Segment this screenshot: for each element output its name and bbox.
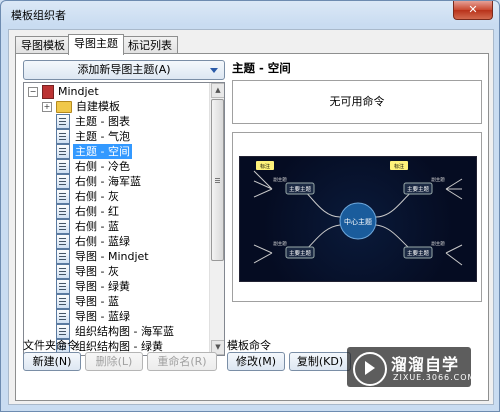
theme-file-icon — [56, 174, 70, 189]
theme-item-label: 右侧 - 蓝绿 — [75, 235, 130, 248]
mindjet-root-icon — [42, 85, 54, 99]
folder-commands-label: 文件夹命令 — [23, 339, 78, 352]
subtopic-label: 副主题 — [273, 176, 287, 183]
theme-item-label: 右侧 - 灰 — [75, 190, 119, 203]
callout-1: 标注 — [260, 163, 270, 170]
theme-file-icon — [56, 234, 70, 249]
edit-button[interactable]: 修改(M) — [227, 352, 285, 371]
central-topic-text: 中心主题 — [344, 217, 372, 226]
play-logo-icon — [353, 352, 387, 386]
theme-file-icon — [56, 144, 70, 159]
collapse-icon[interactable]: − — [28, 87, 38, 97]
theme-item-label: 主题 - 图表 — [75, 115, 130, 128]
theme-file-icon — [56, 189, 70, 204]
tree-vertical-scrollbar[interactable]: ▲ ▼ — [209, 83, 224, 355]
theme-item-label: 右侧 - 海军蓝 — [75, 175, 141, 188]
watermark-title: 溜溜自学 — [391, 355, 460, 374]
callout-2: 标注 — [394, 163, 404, 170]
theme-file-icon — [56, 279, 70, 294]
theme-item-label: 导图 - Mindjet — [75, 250, 149, 263]
main-topic-2: 主要主题 — [289, 249, 312, 257]
theme-tree[interactable]: − Mindjet + 自建模板 主题 - 图表 主题 - 气泡 主题 - 空间 右侧… — [23, 82, 225, 356]
theme-preview-image: 中心主题 主要主题 主要主题 主要主题 主要主题 标注 标注 副主题 副主题 副… — [239, 156, 477, 282]
subtopic-label: 副主题 — [273, 240, 287, 247]
theme-item-label: 右侧 - 红 — [75, 205, 119, 218]
close-button[interactable]: ✕ — [453, 1, 493, 20]
window-title: 模板组织者 — [11, 9, 66, 22]
theme-item-label: 主题 - 空间 — [73, 144, 132, 159]
add-new-theme-button[interactable]: 添加新导图主题(A) — [23, 60, 225, 80]
watermark-url: ZIXUE.3066.COM — [393, 373, 476, 382]
theme-item-label: 导图 - 绿黄 — [75, 280, 130, 293]
theme-file-icon — [56, 129, 70, 144]
theme-file-icon — [56, 249, 70, 264]
rename-button[interactable]: 重命名(R) — [147, 352, 217, 371]
theme-item-label: 右侧 - 冷色 — [75, 160, 130, 173]
main-topic-1: 主要主题 — [289, 185, 312, 193]
theme-file-icon — [56, 219, 70, 234]
command-box: 无可用命令 — [232, 80, 482, 124]
theme-preview-frame: 中心主题 主要主题 主要主题 主要主题 主要主题 标注 标注 副主题 副主题 副… — [232, 132, 482, 302]
subtopic-label: 副主题 — [431, 240, 445, 247]
tree-folder-label: 自建模板 — [76, 100, 120, 113]
template-organizer-window: 模板组织者 ✕ 导图模板 导图主题 标记列表 添加新导图主题(A) − Mind… — [0, 0, 500, 412]
theme-file-icon — [56, 114, 70, 129]
copy-button[interactable]: 复制(KD) — [289, 352, 351, 371]
tab-map-templates[interactable]: 导图模板 — [15, 36, 71, 54]
theme-file-icon — [56, 294, 70, 309]
scroll-thumb[interactable] — [211, 99, 224, 261]
folder-icon — [56, 101, 72, 113]
title-bar: 模板组织者 ✕ — [1, 1, 499, 27]
tab-marker-list[interactable]: 标记列表 — [122, 36, 178, 54]
selected-theme-title: 主题 - 空间 — [232, 61, 291, 75]
theme-item-label: 右侧 - 蓝 — [75, 220, 119, 233]
subtopic-label: 副主题 — [431, 176, 445, 183]
watermark-badge: 溜溜自学 ZIXUE.3066.COM — [347, 347, 474, 387]
new-button[interactable]: 新建(N) — [23, 352, 81, 371]
expand-icon[interactable]: + — [42, 102, 52, 112]
theme-file-icon — [56, 264, 70, 279]
add-new-theme-label: 添加新导图主题(A) — [77, 63, 171, 76]
theme-item-label: 导图 - 灰 — [75, 265, 119, 278]
main-topic-3: 主要主题 — [407, 185, 430, 193]
theme-item-label: 导图 - 蓝绿 — [75, 310, 130, 323]
tree-root-label: Mindjet — [58, 85, 99, 98]
tab-map-themes[interactable]: 导图主题 — [68, 34, 124, 55]
theme-file-icon — [56, 204, 70, 219]
theme-item-label: 主题 - 气泡 — [75, 130, 130, 143]
dropdown-arrow-icon — [210, 68, 218, 73]
theme-item-label: 导图 - 蓝 — [75, 295, 119, 308]
template-commands-label: 模板命令 — [227, 339, 271, 352]
delete-button[interactable]: 删除(L) — [85, 352, 143, 371]
theme-item-label: 组织结构图 - 海军蓝 — [75, 325, 174, 338]
theme-tree-content: − Mindjet + 自建模板 主题 - 图表 主题 - 气泡 主题 - 空间 右侧… — [24, 83, 210, 355]
theme-file-icon — [56, 159, 70, 174]
theme-file-icon — [56, 309, 70, 324]
main-topic-4: 主要主题 — [407, 249, 430, 257]
scroll-up-icon[interactable]: ▲ — [211, 83, 224, 98]
